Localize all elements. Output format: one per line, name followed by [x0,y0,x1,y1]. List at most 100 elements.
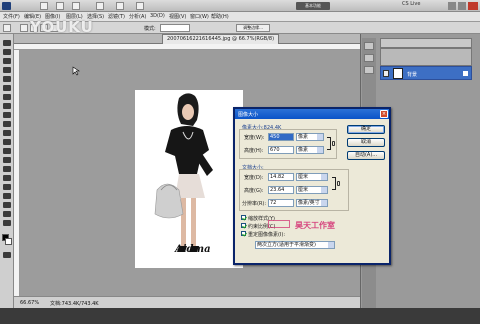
doc-link-bracket [332,177,336,190]
zoom-tool-icon[interactable] [3,220,11,226]
toolbox [0,34,14,324]
clone-stamp-tool-icon[interactable] [3,112,11,118]
scale-styles-checkbox[interactable] [241,215,246,220]
menu-window[interactable]: 窗口(W) [190,13,209,20]
layer-name: 背景 [407,72,418,78]
gradient-tool-icon[interactable] [3,139,11,145]
height-input[interactable]: 670 [268,146,294,154]
doc-width-input[interactable]: 14.82 [268,173,294,181]
channels-panel-icon[interactable] [364,54,374,62]
pixel-link-bracket [327,137,331,150]
close-icon[interactable] [468,2,478,10]
taskbar-area [0,308,480,324]
zoom-level-icon[interactable] [96,2,104,10]
layers-panel-header [380,38,472,48]
hand-tool-icon[interactable] [3,211,11,217]
refine-edge-button[interactable]: 调整边缘... [236,24,270,32]
height-label: 高度(H): [244,148,264,154]
menu-3d[interactable]: 3D(D) [150,13,165,19]
resolution-label: 分辨率(R): [242,201,267,207]
constrain-proportions-checkbox[interactable] [241,223,246,228]
3d-rotate-tool-icon[interactable] [3,202,11,208]
ok-button[interactable]: 确定 [347,125,385,134]
pen-tool-icon[interactable] [3,166,11,172]
marquee-preset-icon[interactable] [3,24,11,32]
brush-tool-icon[interactable] [3,103,11,109]
zoom-readout[interactable]: 66.67% [20,300,39,306]
layer-thumbnail [393,68,403,79]
menu-view[interactable]: 视图(V) [169,13,186,20]
document-tab[interactable]: 20070616221616445.jpg @ 66.7%(RGB/8) [162,34,280,44]
document-size-readout: 文档:743.4K/743.4K [50,301,99,307]
quick-select-tool-icon[interactable] [3,67,11,73]
menu-file[interactable]: 文件(F) [3,13,20,20]
resample-checkbox[interactable] [241,231,246,236]
crop-tool-icon[interactable] [3,76,11,82]
hand-tool-icon[interactable] [116,2,124,10]
menu-analysis[interactable]: 分析(A) [129,13,146,20]
resample-label: 重定图像像素(I): [248,232,286,238]
doc-width-label: 宽度(D): [244,175,264,181]
auto-button[interactable]: 自动(A)... [347,151,385,160]
ps-logo-icon [2,2,11,10]
doc-width-unit-select[interactable]: 厘米 [296,173,328,181]
minimize-icon[interactable] [448,2,456,10]
doc-height-unit-select[interactable]: 厘米 [296,186,328,194]
view-extras-icon[interactable] [72,2,80,10]
width-unit-select[interactable]: 像素 [296,133,324,141]
document-image[interactable]: Aidma [135,90,243,268]
eraser-tool-icon[interactable] [3,130,11,136]
studio-watermark: 昊天工作室 [295,221,335,230]
maximize-icon[interactable] [458,2,466,10]
bridge-icon[interactable] [40,2,48,10]
width-input[interactable]: 450 [268,133,294,141]
cursor-icon [72,66,80,76]
eyedropper-tool-icon[interactable] [3,85,11,91]
cs-live-button[interactable]: CS Live [402,1,420,7]
doc-height-label: 高度(G): [244,188,264,194]
paths-panel-icon[interactable] [364,66,374,74]
application-bar: 基本功能 CS Live [0,0,480,12]
path-select-tool-icon[interactable] [3,184,11,190]
doc-chain-link-icon [337,181,340,186]
menu-filter[interactable]: 滤镜(T) [108,13,125,20]
background-color-icon[interactable] [5,238,12,245]
model-photo [154,93,213,252]
image-size-dialog: 图像大小 × 像素大小:824.4K 宽度(W): 450 像素 高度(H): … [233,107,391,265]
style-label: 模式: [144,26,156,32]
doc-height-input[interactable]: 23.64 [268,186,294,194]
marquee-tool-icon[interactable] [3,49,11,55]
resolution-input[interactable]: 72 [268,199,294,207]
minibridge-icon[interactable] [56,2,64,10]
dodge-tool-icon[interactable] [3,157,11,163]
shape-tool-icon[interactable] [3,193,11,199]
visibility-eye-icon[interactable] [383,70,389,77]
height-unit-select[interactable]: 像素 [296,146,324,154]
layer-row-background[interactable]: 背景 [380,66,472,80]
lasso-tool-icon[interactable] [3,58,11,64]
blur-tool-icon[interactable] [3,148,11,154]
menu-help[interactable]: 帮助(H) [211,13,229,20]
move-tool-icon[interactable] [3,40,11,46]
lock-icon [463,71,468,76]
layers-panel-icon[interactable] [364,42,374,50]
arrange-documents-icon[interactable] [136,2,144,10]
photo-signature: Aidma [175,244,211,255]
type-tool-icon[interactable] [3,175,11,181]
resolution-unit-select[interactable]: 像素/英寸 [296,199,328,207]
healing-brush-tool-icon[interactable] [3,94,11,100]
new-selection-icon[interactable] [20,24,28,32]
status-bar: 66.67% 文档:743.4K/743.4K [14,296,360,308]
cancel-button[interactable]: 取消 [347,138,385,147]
dialog-title: 图像大小 [235,109,389,119]
style-select[interactable] [160,24,190,32]
width-label: 宽度(W): [244,135,265,141]
workspace-button[interactable]: 基本功能 [296,2,330,10]
video-watermark: YOUKU [30,18,94,36]
history-brush-tool-icon[interactable] [3,121,11,127]
studio-watermark-frame [268,220,290,228]
resample-method-select[interactable]: 两次立方(适用于平滑渐变) [255,241,335,249]
chain-link-icon [332,141,335,146]
quick-mask-icon[interactable] [3,252,11,258]
dialog-close-icon[interactable]: × [380,110,388,118]
